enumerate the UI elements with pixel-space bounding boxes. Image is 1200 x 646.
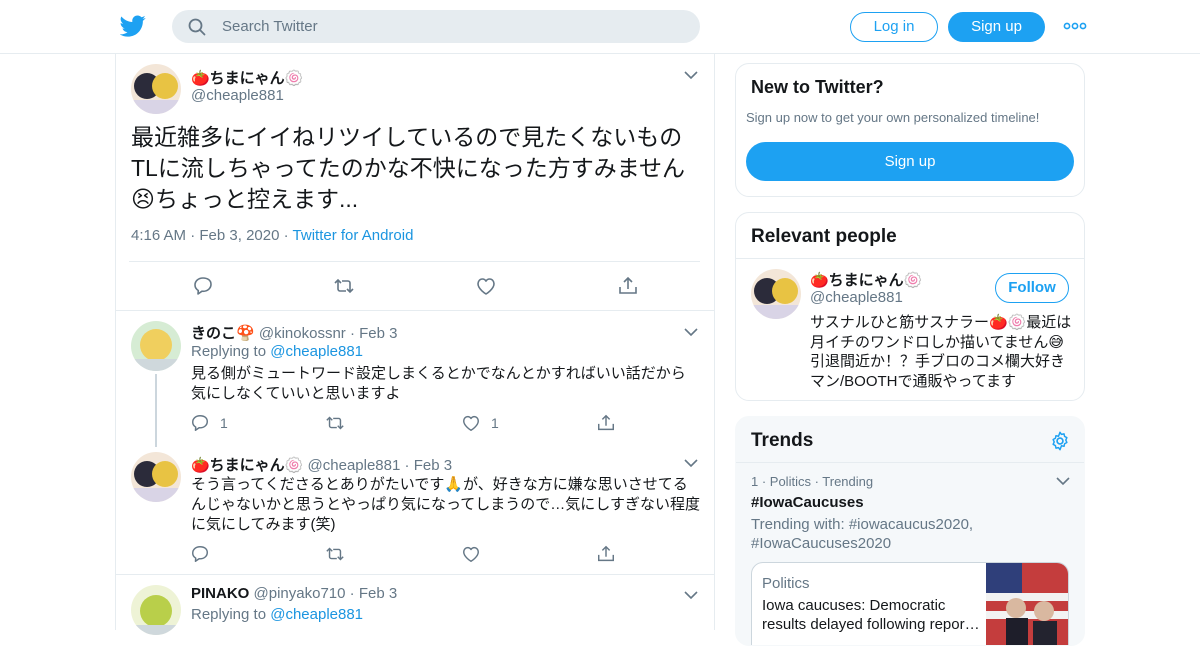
- tweet-source[interactable]: Twitter for Android: [293, 227, 414, 244]
- reply-author-handle[interactable]: @cheaple881: [308, 457, 401, 474]
- share-icon[interactable]: [617, 275, 639, 297]
- divider: [116, 310, 714, 311]
- divider: [736, 258, 1084, 259]
- divider: [736, 462, 1084, 463]
- tweet-author-name[interactable]: 🍅ちまにゃん🍥: [191, 67, 303, 88]
- replying-to: Replying to @cheaple881: [191, 343, 364, 360]
- reply-author-name[interactable]: きのこ🍄: [191, 325, 255, 342]
- avatar[interactable]: [131, 452, 181, 502]
- replying-to-handle[interactable]: @cheaple881: [270, 606, 363, 623]
- news-thumbnail: [986, 563, 1068, 645]
- divider: [129, 261, 700, 262]
- tweet-text: 最近雑多にイイねリツイしているので見たくないものTLに流しちゃってたのかな不快に…: [131, 124, 686, 212]
- reply-header: 🍅ちまにゃん🍥 @cheaple881 · Feb 3: [191, 457, 453, 474]
- news-category: Politics: [762, 575, 810, 592]
- like-count: 1: [491, 415, 499, 431]
- retweet-icon[interactable]: [325, 413, 345, 433]
- avatar[interactable]: [131, 321, 181, 371]
- replying-to: Replying to @cheaple881: [191, 606, 364, 623]
- signup-button[interactable]: Sign up: [948, 12, 1045, 42]
- retweet-icon[interactable]: [325, 544, 345, 564]
- reply-count: 1: [220, 415, 228, 431]
- tweet-date[interactable]: Feb 3, 2020: [199, 227, 279, 244]
- like-heart-icon[interactable]: [461, 413, 481, 433]
- avatar[interactable]: [131, 585, 181, 635]
- tweet-meta: 4:16 AM · Feb 3, 2020 · Twitter for Andr…: [131, 227, 414, 244]
- card-title: New to Twitter?: [751, 77, 884, 97]
- card-title: Trends: [751, 430, 814, 451]
- card-title: Relevant people: [751, 226, 897, 247]
- person-handle[interactable]: @cheaple881: [810, 289, 903, 306]
- share-icon[interactable]: [596, 413, 616, 433]
- chevron-down-icon[interactable]: [1056, 477, 1070, 486]
- reply-icon[interactable]: [190, 413, 210, 433]
- search-icon: [188, 18, 206, 36]
- reply-author-name[interactable]: 🍅ちまにゃん🍥: [191, 457, 303, 474]
- reply-date[interactable]: Feb 3: [359, 585, 397, 602]
- more-options-icon[interactable]: [1063, 20, 1087, 32]
- reply-author-handle[interactable]: @pinyako710: [254, 585, 346, 602]
- reply-author-name[interactable]: PINAKO: [191, 585, 249, 602]
- search-input[interactable]: Search Twitter: [172, 10, 700, 43]
- trend-meta: 1 · Politics · Trending: [751, 474, 874, 489]
- thread-connector: [155, 374, 157, 447]
- divider: [116, 574, 714, 575]
- login-button[interactable]: Log in: [850, 12, 938, 42]
- chevron-down-icon[interactable]: [684, 328, 698, 337]
- top-bar: Search Twitter Log in Sign up: [0, 0, 1200, 54]
- card-subtitle: Sign up now to get your own personalized…: [746, 110, 1040, 125]
- chevron-down-icon[interactable]: [684, 591, 698, 600]
- reply-text: そう言ってくださるとありがたいです🙏が、好きな方に嫌な思いさせてるんじゃないかと…: [191, 476, 700, 533]
- reply-icon[interactable]: [190, 544, 210, 564]
- follow-button[interactable]: Follow: [995, 273, 1069, 303]
- avatar[interactable]: [751, 269, 801, 319]
- reply-author-handle[interactable]: @kinokossnr: [259, 325, 346, 342]
- reply-date[interactable]: Feb 3: [359, 325, 397, 342]
- news-headline: Iowa caucuses: Democratic results delaye…: [762, 597, 980, 633]
- reply-date[interactable]: Feb 3: [414, 457, 452, 474]
- reply-text: 見る側がミュートワード設定しまくるとかでなんとかすればいい話だから気にしなくてい…: [191, 365, 686, 402]
- reply-header: きのこ🍄 @kinokossnr · Feb 3: [191, 325, 398, 342]
- share-icon[interactable]: [596, 544, 616, 564]
- settings-gear-icon[interactable]: [1049, 430, 1071, 452]
- new-to-twitter-card: New to Twitter? Sign up now to get your …: [735, 63, 1085, 197]
- trend-name[interactable]: #IowaCaucuses: [751, 494, 864, 511]
- trend-related: Trending with: #iowacaucus2020, #IowaCau…: [751, 516, 974, 552]
- like-heart-icon[interactable]: [461, 544, 481, 564]
- person-name[interactable]: 🍅ちまにゃん🍥: [810, 269, 922, 290]
- relevant-people-card: Relevant people 🍅ちまにゃん🍥 @cheaple881 Foll…: [735, 212, 1085, 401]
- sidebar-signup-button[interactable]: Sign up: [746, 142, 1074, 181]
- person-bio: サスナルひと筋サスナラー🍅🍥最近は月イチのワンドロしか描いてません😅引退間近か！…: [810, 314, 1072, 390]
- twitter-bird-icon[interactable]: [120, 13, 146, 39]
- chevron-down-icon[interactable]: [684, 71, 698, 80]
- avatar[interactable]: [131, 64, 181, 114]
- news-card[interactable]: Politics Iowa caucuses: Democratic resul…: [751, 562, 1069, 645]
- tweet-time[interactable]: 4:16 AM: [131, 227, 186, 244]
- retweet-icon[interactable]: [333, 275, 355, 297]
- like-heart-icon[interactable]: [475, 275, 497, 297]
- chevron-down-icon[interactable]: [684, 459, 698, 468]
- tweet-author-handle[interactable]: @cheaple881: [191, 87, 284, 104]
- tweet-thread-column: 🍅ちまにゃん🍥 @cheaple881 最近雑多にイイねリツイしているので見たく…: [115, 54, 715, 635]
- trends-card: Trends 1 · Politics · Trending #IowaCauc…: [735, 416, 1085, 646]
- search-placeholder: Search Twitter: [222, 18, 318, 35]
- replying-to-handle[interactable]: @cheaple881: [270, 343, 363, 360]
- reply-icon[interactable]: [192, 275, 214, 297]
- reply-header: PINAKO @pinyako710 · Feb 3: [191, 585, 398, 602]
